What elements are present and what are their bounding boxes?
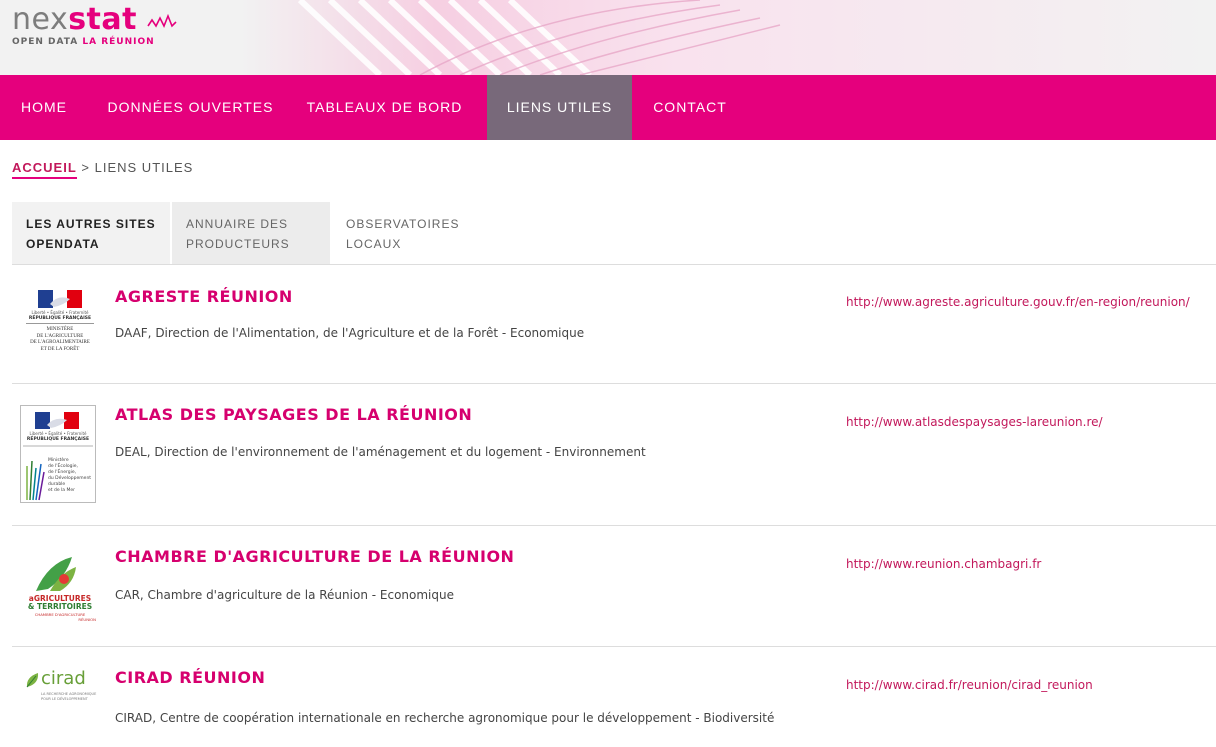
tab-autres-sites-opendata[interactable]: LES AUTRES SITES OPENDATA bbox=[12, 202, 170, 264]
item-url-link[interactable]: http://www.reunion.chambagri.fr bbox=[846, 553, 1206, 575]
logo-motto: Liberté • Égalité • Fraternité bbox=[29, 431, 87, 436]
logo-wordmark: nexstat bbox=[12, 4, 155, 36]
logo-ministry: MINISTÈRE DE L'AGRICULTURE DE L'AGROALIM… bbox=[20, 327, 100, 353]
nav-item-liens-utiles[interactable]: LIENS UTILES bbox=[487, 75, 632, 140]
cirad-leaf-icon bbox=[26, 673, 39, 688]
nav-item-tableaux-de-bord[interactable]: TABLEAUX DE BORD bbox=[293, 75, 476, 140]
item-url-link[interactable]: http://www.cirad.fr/reunion/cirad_reunio… bbox=[846, 674, 1206, 696]
tab-observatoires-locaux[interactable]: OBSERVATOIRES LOCAUX bbox=[332, 202, 492, 264]
item-description: DEAL, Direction de l'environnement de l'… bbox=[115, 445, 646, 459]
tab-label-line-1: ANNUAIRE DES bbox=[186, 217, 289, 231]
logo-subtitle-part-1: OPEN DATA bbox=[12, 37, 79, 47]
agriculture-leaf-icon bbox=[36, 557, 76, 591]
chambre-agriculture-logo: aGRICULTURES & TERRITOIRES CHAMBRE D'AGR… bbox=[20, 555, 100, 627]
tab-label-line-2: LOCAUX bbox=[346, 237, 402, 251]
tab-annuaire-producteurs[interactable]: ANNUAIRE DES PRODUCTEURS bbox=[172, 202, 330, 264]
nav-item-home[interactable]: HOME bbox=[0, 75, 88, 140]
list-item: cirad LA RECHERCHE AGRONOMIQUE POUR LE D… bbox=[12, 648, 1216, 747]
tab-label-line-1: LES AUTRES SITES bbox=[26, 217, 156, 231]
item-description: CAR, Chambre d'agriculture de la Réunion… bbox=[115, 588, 454, 602]
logo-motto: Liberté • Égalité • Fraternité bbox=[31, 310, 89, 315]
breadcrumb-home-link[interactable]: ACCUEIL bbox=[12, 160, 77, 179]
agreste-logo: Liberté • Égalité • Fraternité RÉPUBLIQU… bbox=[20, 287, 100, 369]
list-item: Liberté • Égalité • Fraternité RÉPUBLIQU… bbox=[12, 265, 1216, 384]
list-item: Liberté • Égalité • Fraternité RÉPUBLIQU… bbox=[12, 385, 1216, 526]
item-title-link[interactable]: CHAMBRE D'AGRICULTURE DE LA RÉUNION bbox=[115, 547, 514, 566]
item-title-link[interactable]: ATLAS DES PAYSAGES DE LA RÉUNION bbox=[115, 405, 472, 424]
item-description: CIRAD, Centre de coopération internation… bbox=[115, 711, 775, 725]
cirad-wordmark: cirad bbox=[41, 668, 86, 689]
list-item: aGRICULTURES & TERRITOIRES CHAMBRE D'AGR… bbox=[12, 527, 1216, 647]
logo-line: & TERRITOIRES bbox=[27, 602, 93, 611]
ministry-line: ET DE LA FORÊT bbox=[40, 346, 80, 352]
logo-wave-icon bbox=[147, 14, 177, 28]
logo-text-part-2: stat bbox=[68, 2, 137, 37]
ministry-line: DE L'AGROALIMENTAIRE bbox=[30, 340, 90, 345]
site-logo[interactable]: nexstat OPEN DATA LA RÉUNION bbox=[12, 4, 177, 47]
cirad-logo: cirad LA RECHERCHE AGRONOMIQUE POUR LE D… bbox=[20, 668, 101, 710]
nav-item-donnees-ouvertes[interactable]: DONNÉES OUVERTES bbox=[98, 75, 283, 140]
logo-republic: RÉPUBLIQUE FRANÇAISE bbox=[28, 316, 92, 321]
tab-label-line-2: PRODUCTEURS bbox=[186, 237, 290, 251]
breadcrumb-separator: > bbox=[81, 160, 90, 175]
item-title-link[interactable]: AGRESTE RÉUNION bbox=[115, 287, 293, 306]
item-description: DAAF, Direction de l'Alimentation, de l'… bbox=[115, 326, 585, 340]
logo-subtitle-part-2: LA RÉUNION bbox=[82, 37, 155, 47]
ministry-line: et de la Mer bbox=[48, 488, 75, 493]
logo-rule bbox=[26, 323, 94, 324]
tab-label-line-1: OBSERVATOIRES bbox=[346, 217, 460, 231]
breadcrumb: ACCUEIL > LIENS UTILES bbox=[12, 160, 194, 179]
logo-line: RÉUNION bbox=[78, 617, 96, 622]
item-url-link[interactable]: http://www.agreste.agriculture.gouv.fr/e… bbox=[846, 291, 1206, 313]
nav-item-contact[interactable]: CONTACT bbox=[642, 75, 738, 140]
main-nav: HOME DONNÉES OUVERTES TABLEAUX DE BORD L… bbox=[0, 75, 1216, 140]
cirad-tagline: LA RECHERCHE AGRONOMIQUE POUR LE DÉVELOP… bbox=[41, 692, 101, 701]
header-decoration bbox=[240, 0, 1216, 75]
logo-ministry: Ministère de l'Écologie, de l'Énergie, d… bbox=[48, 458, 94, 494]
logo-republic: RÉPUBLIQUE FRANÇAISE bbox=[26, 437, 90, 442]
logo-subtitle: OPEN DATA LA RÉUNION bbox=[12, 37, 155, 47]
item-title-link[interactable]: CIRAD RÉUNION bbox=[115, 668, 265, 687]
cirad-tagline-line: LA RECHERCHE AGRONOMIQUE bbox=[41, 692, 97, 696]
atlas-logo: Liberté • Égalité • Fraternité RÉPUBLIQU… bbox=[20, 405, 96, 503]
item-url-link[interactable]: http://www.atlasdespaysages-lareunion.re… bbox=[846, 411, 1206, 433]
breadcrumb-current: LIENS UTILES bbox=[94, 160, 194, 175]
logo-text-part-1: nex bbox=[12, 2, 69, 37]
tab-label-line-2: OPENDATA bbox=[26, 237, 100, 251]
cirad-tagline-line: POUR LE DÉVELOPPEMENT bbox=[41, 696, 88, 701]
site-header: nexstat OPEN DATA LA RÉUNION bbox=[0, 0, 1216, 75]
